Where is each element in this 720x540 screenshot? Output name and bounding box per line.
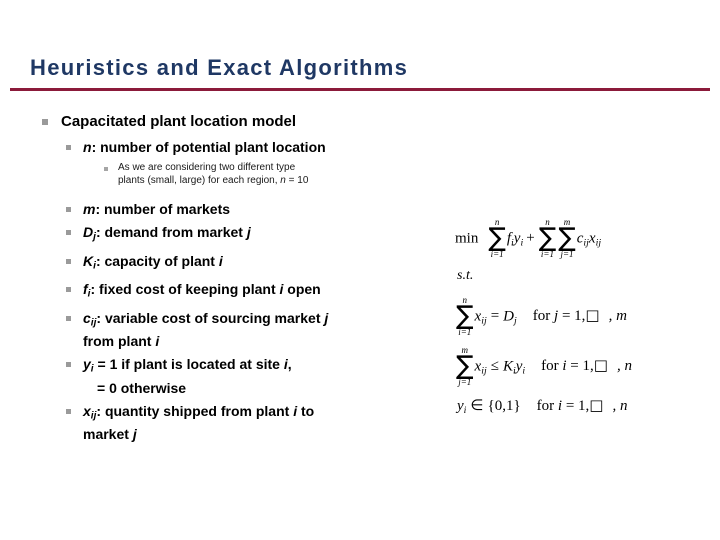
outline-item-fi: fi: fixed cost of keeping plant i open	[66, 280, 442, 304]
c2-qualifier: for i = 1,□, n	[541, 356, 632, 375]
var-j-trail: j	[324, 309, 329, 326]
outline-item-m-label: m: number of markets	[83, 200, 442, 218]
subject-to-label: s.t.	[457, 268, 474, 283]
plus-operator: +	[526, 230, 535, 247]
square-bullet-icon	[66, 145, 71, 150]
var-j-line2: j	[132, 426, 137, 443]
outline-item-yi-comma: ,	[287, 356, 292, 373]
outline-body: Capacitated plant location model n: numb…	[42, 112, 442, 448]
missing-glyph-box: □	[593, 356, 608, 375]
var-m: m	[83, 201, 96, 217]
square-bullet-icon	[66, 207, 71, 212]
note-line2-b: = 10	[285, 175, 309, 186]
outline-item-note-label: As we are considering two different type…	[118, 161, 442, 187]
square-bullet-icon	[66, 362, 71, 368]
c3-relation: ∈	[470, 398, 484, 414]
var-y: y	[83, 356, 91, 373]
outline-item-dj-label: Dj: demand from market j	[83, 223, 442, 247]
outline-item-xij-text: : quantity shipped from plant	[96, 402, 294, 419]
square-bullet-icon	[66, 315, 71, 321]
c1-rhs-D: D	[503, 308, 515, 325]
outline-item-fi-label: fi: fixed cost of keeping plant i open	[83, 280, 442, 304]
outline-item-xij-line2: market	[83, 426, 133, 443]
c1-relation: =	[490, 308, 500, 325]
missing-glyph-box: □	[589, 396, 604, 414]
outline-item-yi: yi = 1 if plant is located at site i, = …	[66, 355, 442, 397]
outline-item-cij-line2: from plant	[83, 333, 156, 350]
var-D: D	[83, 224, 94, 240]
outline-item-ki-text: : capacity of plant	[95, 252, 219, 269]
objective-function: min n ∑ i=1 fiyi + n ∑ i=1 m ∑ j=1 cijxij	[455, 217, 602, 259]
constraint-demand: n ∑ i=1 xij = Dj for j = 1,□, m	[456, 295, 627, 337]
outline-item-n-text: : number of potential plant location	[91, 139, 326, 155]
c3-lhs-y: y	[457, 398, 464, 414]
c1-qualifier: for j = 1,□, m	[532, 306, 627, 325]
note-line1: As we are considering two different type	[118, 162, 296, 173]
summation-icon: n ∑ i=1	[456, 295, 474, 337]
square-bullet-icon	[42, 119, 48, 125]
note-line2-a: plants (small, large) for each region,	[118, 175, 281, 186]
min-label: min	[455, 230, 479, 247]
square-bullet-icon	[66, 287, 71, 293]
square-bullet-icon	[66, 258, 71, 264]
square-bullet-icon	[66, 230, 71, 235]
constraint-capacity: m ∑ j=1 xij ≤ Kiyi for i = 1,□, n	[456, 345, 632, 387]
outline-item-fi-text: : fixed cost of keeping plant	[90, 281, 280, 298]
square-bullet-icon	[66, 408, 71, 414]
var-n: n	[83, 139, 92, 155]
square-bullet-icon	[104, 167, 108, 171]
var-x: x	[83, 402, 91, 419]
outline-item-yi-line2: = 0 otherwise	[97, 379, 187, 396]
var-K: K	[83, 252, 94, 269]
outline-heading-label: Capacitated plant location model	[61, 113, 297, 130]
constraint-binary: yi ∈ {0,1} for i = 1,□, n	[457, 396, 628, 416]
title-divider	[10, 88, 710, 91]
var-j-trail: j	[246, 224, 251, 240]
outline-item-m: m: number of markets	[66, 200, 442, 218]
outline-item-n-label: n: number of potential plant location	[83, 138, 442, 156]
outline-item-dj: Dj: demand from market j	[66, 223, 442, 247]
summation-1-icon: n ∑ i=1	[488, 217, 506, 259]
outline-item-ki-label: Ki: capacity of plant i	[83, 252, 442, 276]
var-i-trail: i	[218, 252, 223, 269]
outline-item-yi-text: = 1 if plant is located at site	[93, 356, 284, 373]
outline-item-xij: xij: quantity shipped from plant i to ma…	[66, 402, 442, 444]
page-title: Heuristics and Exact Algorithms	[30, 55, 409, 80]
summation-3-icon: m ∑ j=1	[558, 217, 576, 259]
outline-item-n: n: number of potential plant location	[66, 138, 442, 156]
outline-item-xij-label: xij: quantity shipped from plant i to ma…	[83, 402, 442, 444]
outline-item-yi-label: yi = 1 if plant is located at site i, = …	[83, 355, 442, 397]
c3-rhs-set: {0,1}	[487, 398, 521, 414]
outline-item-cij: cij: variable cost of sourcing market j …	[66, 309, 442, 351]
obj-term-x: x	[588, 230, 596, 247]
outline-item-fi-tail: open	[283, 281, 321, 298]
c2-relation: ≤	[490, 358, 499, 375]
outline-spacer	[42, 191, 442, 200]
c3-qualifier: for i = 1,□, n	[536, 396, 628, 414]
outline-item-capacitated-model: Capacitated plant location model	[42, 112, 442, 131]
var-i-line2: i	[155, 333, 160, 350]
outline-item-cij-label: cij: variable cost of sourcing market j …	[83, 309, 442, 351]
outline-item-cij-text: : variable cost of sourcing market	[96, 309, 325, 326]
missing-glyph-box: □	[585, 306, 600, 325]
outline-item-xij-tail: to	[297, 402, 315, 419]
summation-icon: m ∑ j=1	[456, 345, 474, 387]
summation-2-icon: n ∑ i=1	[538, 217, 557, 259]
var-c: c	[83, 309, 91, 326]
outline-item-note: As we are considering two different type…	[104, 161, 442, 187]
outline-item-ki: Ki: capacity of plant i	[66, 252, 442, 276]
outline-item-dj-text: : demand from market	[95, 224, 247, 240]
outline-item-m-text: : number of markets	[95, 201, 231, 217]
c2-rhs-K: K	[502, 358, 513, 375]
